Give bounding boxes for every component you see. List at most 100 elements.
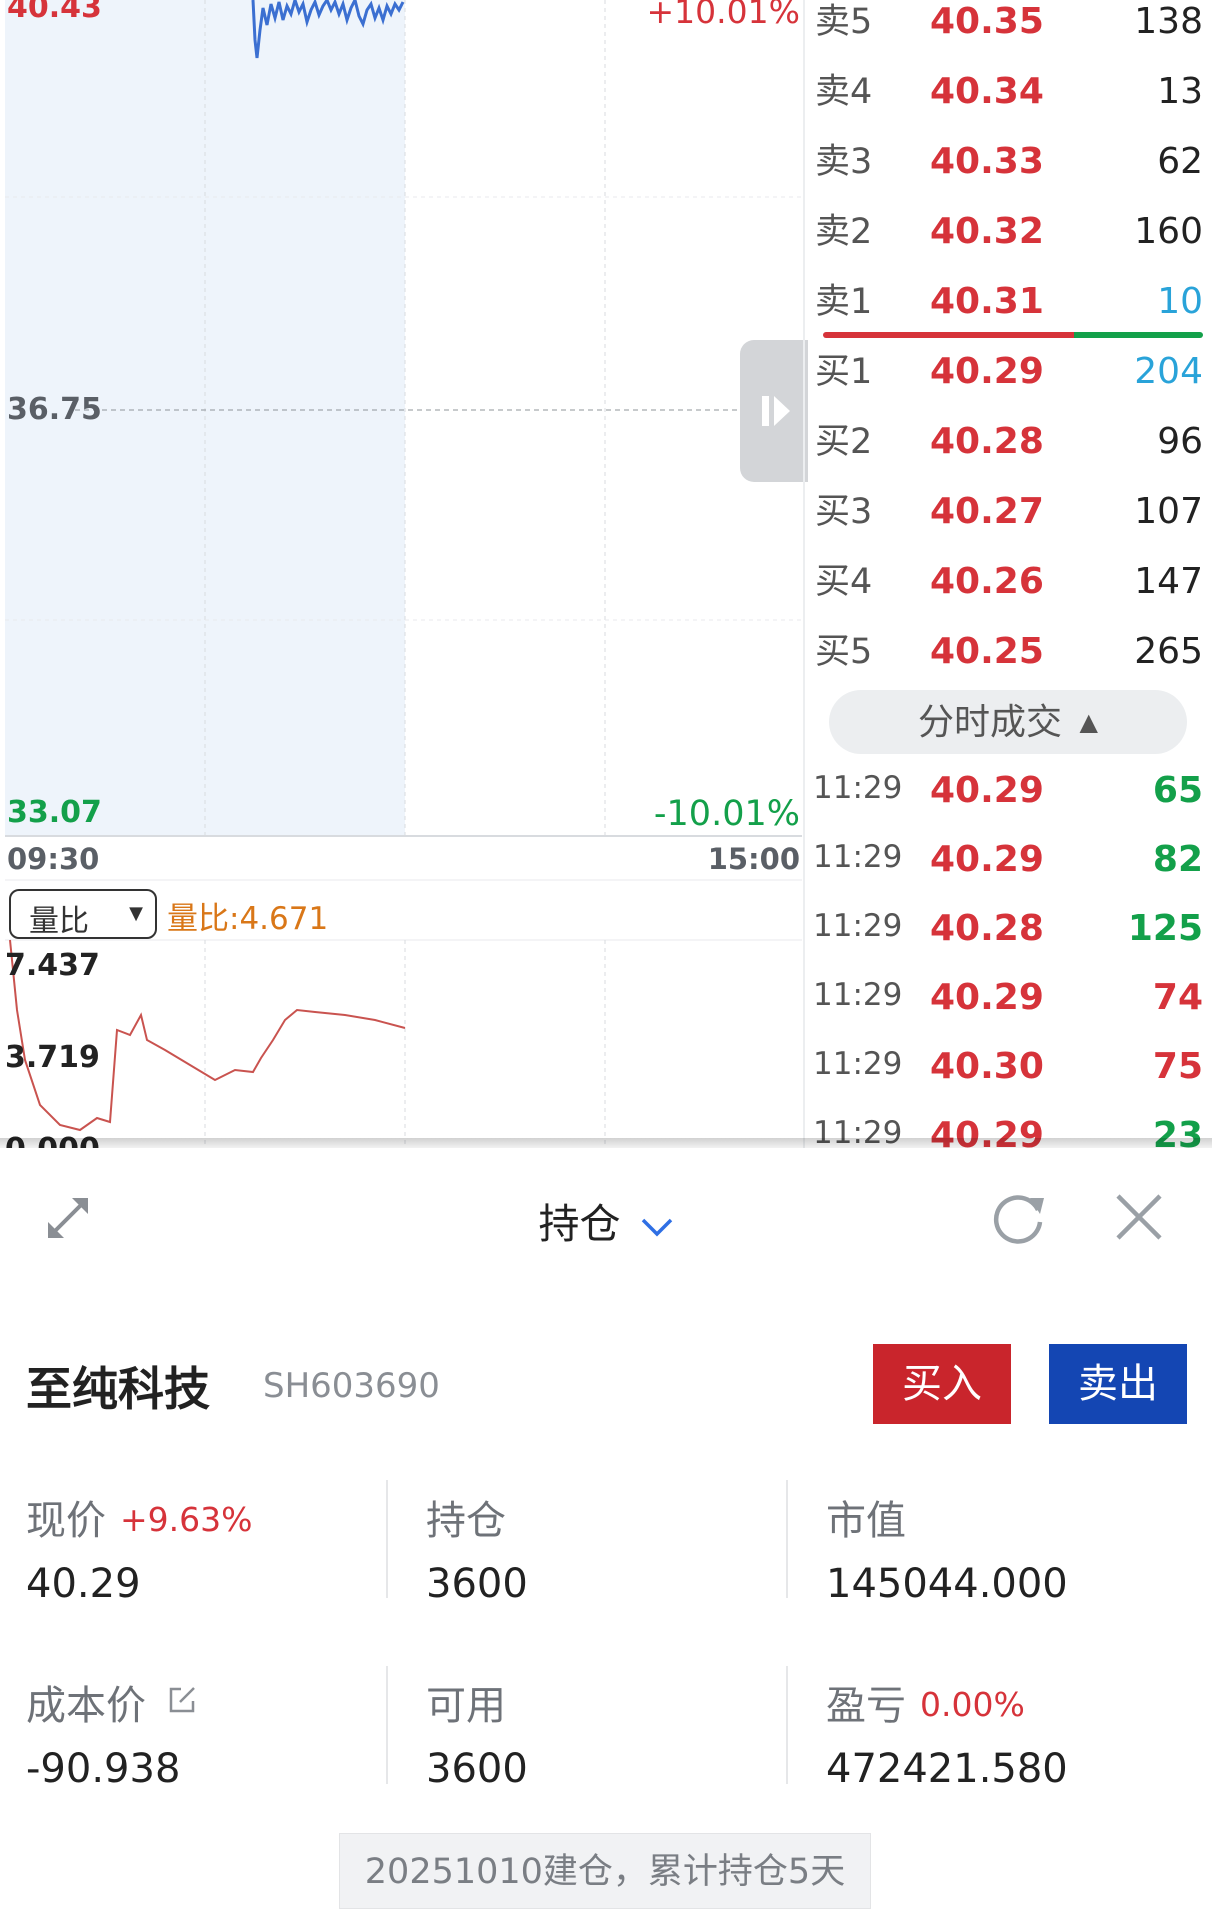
tick-time: 11:29 [813, 770, 903, 806]
pct-low-label: -10.01% [653, 794, 800, 834]
tick-time: 11:29 [813, 1046, 903, 1082]
prev-close-label: 36.75 [7, 392, 102, 427]
tick-price: 40.29 [930, 839, 1044, 880]
tick-time: 11:29 [813, 908, 903, 944]
expand-panel-handle[interactable] [740, 340, 808, 482]
tick-row: 11:29 40.30 75 [805, 1046, 1209, 1106]
divider [386, 1480, 388, 1598]
market-value-label: 市值 [826, 1498, 906, 1544]
bid-volume: 107 [1134, 491, 1203, 532]
ask-row[interactable]: 卖2 40.32 160 [805, 210, 1209, 280]
edit-icon[interactable] [167, 1679, 197, 1725]
bid-row[interactable]: 买3 40.27 107 [805, 490, 1209, 560]
bid-ratio-fill [823, 332, 1074, 338]
triangle-up-icon: ▲ [1079, 708, 1098, 736]
change-pct: +9.63% [120, 1500, 253, 1539]
bid-row[interactable]: 买1 40.29 204 [805, 350, 1209, 420]
ask-level: 卖1 [815, 282, 873, 322]
ask-row[interactable]: 卖5 40.35 138 [805, 0, 1209, 70]
market-value: 145044.000 [826, 1561, 1068, 1607]
tick-price: 40.28 [930, 908, 1044, 949]
chart-canvas [5, 0, 802, 1148]
chevron-right-icon [762, 396, 790, 426]
ask-volume: 138 [1134, 1, 1203, 42]
bid-row[interactable]: 买4 40.26 147 [805, 560, 1209, 630]
tick-price: 40.29 [930, 977, 1044, 1018]
ask-price: 40.34 [930, 71, 1044, 112]
tick-volume: 82 [1152, 839, 1203, 880]
tick-volume: 65 [1152, 770, 1203, 811]
ask-level: 卖4 [815, 72, 873, 112]
tick-time: 11:29 [813, 977, 903, 1013]
cost-cell: 成本价 [26, 1673, 197, 1731]
pnl-cell: 盈亏 0.00% [826, 1673, 1025, 1731]
ticks-toggle-button[interactable]: 分时成交 ▲ [829, 690, 1187, 754]
ask-row[interactable]: 卖3 40.33 62 [805, 140, 1209, 210]
ask-price: 40.32 [930, 211, 1044, 252]
bid-price: 40.27 [930, 491, 1044, 532]
ask-row[interactable]: 卖4 40.34 13 [805, 70, 1209, 140]
pct-high-label: +10.01% [646, 0, 800, 31]
vr-axis-top: 7.437 [5, 948, 100, 983]
price-low-label: 33.07 [7, 795, 102, 830]
bid-price: 40.25 [930, 631, 1044, 672]
volume-ratio-value: 量比:4.671 [167, 901, 329, 937]
ask-level: 卖5 [815, 2, 873, 42]
chevron-down-icon [640, 1200, 674, 1248]
current-price-label: 现价 [26, 1498, 106, 1544]
ask-volume: 62 [1157, 141, 1203, 182]
tick-volume: 74 [1152, 977, 1203, 1018]
divider [786, 1480, 788, 1598]
caret-down-icon: ▼ [129, 903, 143, 924]
tick-row: 11:29 40.29 74 [805, 977, 1209, 1037]
cost-label: 成本价 [26, 1683, 146, 1729]
ask-price: 40.35 [930, 1, 1044, 42]
indicator-select[interactable]: 量比 ▼ [9, 889, 157, 939]
bid-price: 40.29 [930, 351, 1044, 392]
ask-volume: 10 [1157, 281, 1203, 322]
time-start-label: 09:30 [7, 842, 100, 876]
tick-row: 11:29 40.29 82 [805, 839, 1209, 899]
pnl-pct: 0.00% [920, 1685, 1025, 1724]
sell-button[interactable]: 卖出 [1049, 1344, 1187, 1424]
bid-level: 买3 [815, 492, 873, 532]
bid-level: 买1 [815, 352, 873, 392]
ask-price: 40.33 [930, 141, 1044, 182]
tick-row: 11:29 40.28 125 [805, 908, 1209, 968]
bid-volume: 96 [1157, 421, 1203, 462]
tick-volume: 125 [1127, 908, 1203, 949]
bid-level: 买2 [815, 422, 873, 462]
bid-row[interactable]: 买2 40.28 96 [805, 420, 1209, 490]
current-price-cell: 现价 +9.63% [26, 1488, 252, 1546]
pnl-label: 盈亏 [826, 1683, 906, 1729]
refresh-icon[interactable] [988, 1188, 1048, 1248]
divider [786, 1666, 788, 1784]
quote-area: 40.43 +10.01% 36.75 33.07 -10.01% 09:30 … [0, 0, 1212, 1148]
holding-note: 20251010建仓，累计持仓5天 [339, 1833, 871, 1909]
ask-level: 卖3 [815, 142, 873, 182]
ticks-toggle-label: 分时成交 [918, 702, 1063, 743]
ask-volume: 13 [1157, 71, 1203, 112]
bid-price: 40.26 [930, 561, 1044, 602]
pnl-value: 472421.580 [826, 1746, 1068, 1792]
close-icon[interactable] [1112, 1190, 1166, 1244]
intraday-chart[interactable]: 40.43 +10.01% 36.75 33.07 -10.01% 09:30 … [5, 0, 808, 1148]
bid-volume: 204 [1134, 351, 1203, 392]
divider [386, 1666, 388, 1784]
ask-row[interactable]: 卖1 40.31 10 [805, 280, 1209, 350]
tick-price: 40.29 [930, 770, 1044, 811]
panel-title-text: 持仓 [538, 1200, 621, 1248]
ask-level: 卖2 [815, 212, 873, 252]
available-label: 可用 [426, 1683, 506, 1729]
buy-button[interactable]: 买入 [873, 1344, 1011, 1424]
order-book: 卖5 40.35 138 卖4 40.34 13 卖3 40.33 62 卖2 40.32 160 卖1… [803, 0, 1212, 1148]
bid-level: 买4 [815, 562, 873, 602]
stock-code: SH603690 [263, 1366, 440, 1406]
cost-value: -90.938 [26, 1746, 181, 1792]
bid-volume: 265 [1134, 631, 1203, 672]
time-end-label: 15:00 [707, 842, 800, 876]
available-value: 3600 [426, 1746, 528, 1792]
tick-price: 40.30 [930, 1046, 1044, 1087]
tick-row: 11:29 40.29 65 [805, 770, 1209, 830]
vr-axis-mid: 3.719 [5, 1040, 100, 1075]
